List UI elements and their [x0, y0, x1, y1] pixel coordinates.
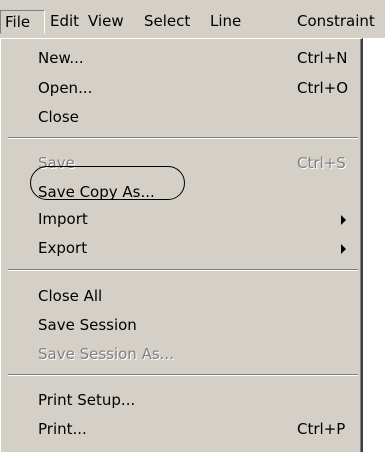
submenu-arrow-icon [341, 215, 346, 225]
menu-item-label: Save Session [38, 316, 137, 334]
menu-item-label: Print... [38, 420, 87, 438]
menu-item-print-setup[interactable]: Print Setup... [0, 387, 360, 413]
menu-item-save: Save Ctrl+S [0, 150, 360, 176]
menubar-item-edit[interactable]: Edit [50, 10, 79, 34]
menubar-item-line[interactable]: Line [210, 10, 241, 34]
menu-separator [8, 137, 358, 139]
menu-item-label: Close All [38, 287, 103, 305]
menu-item-label: New... [38, 49, 84, 67]
menu-item-shortcut: Ctrl+P [297, 420, 346, 438]
menu-item-shortcut: Ctrl+S [297, 154, 346, 172]
menubar-item-constraint[interactable]: Constraint [297, 10, 375, 34]
menu-item-close[interactable]: Close [0, 104, 360, 130]
menu-item-print[interactable]: Print... Ctrl+P [0, 416, 360, 442]
menu-item-label: Print Setup... [38, 391, 136, 409]
submenu-arrow-icon [341, 244, 346, 254]
menu-separator [8, 374, 358, 376]
menu-item-shortcut: Ctrl+O [297, 79, 349, 97]
menu-item-save-session-as: Save Session As... [0, 341, 360, 367]
menu-item-label: Save Copy As... [38, 183, 155, 201]
menu-item-label: Import [38, 210, 88, 228]
menu-item-label: Save Session As... [38, 345, 174, 363]
menu-item-open[interactable]: Open... Ctrl+O [0, 75, 360, 101]
menu-item-label: Open... [38, 79, 93, 97]
menu-item-label: Export [38, 239, 88, 257]
menu-separator [8, 269, 358, 271]
menu-item-export[interactable]: Export [0, 235, 360, 261]
menu-item-import[interactable]: Import [0, 206, 360, 232]
menubar-item-view[interactable]: View [88, 10, 124, 34]
menubar-item-select[interactable]: Select [144, 10, 190, 34]
menu-item-save-session[interactable]: Save Session [0, 312, 360, 338]
menu-item-close-all[interactable]: Close All [0, 283, 360, 309]
menu-item-label: Close [38, 108, 79, 126]
menu-item-save-copy-as[interactable]: Save Copy As... [0, 179, 360, 205]
menu-item-label: Save [38, 154, 75, 172]
menu-bar: File Edit View Select Line Constraint [0, 0, 385, 38]
menu-item-new[interactable]: New... Ctrl+N [0, 45, 360, 71]
menu-item-shortcut: Ctrl+N [297, 49, 348, 67]
menubar-item-file[interactable]: File [0, 10, 45, 34]
